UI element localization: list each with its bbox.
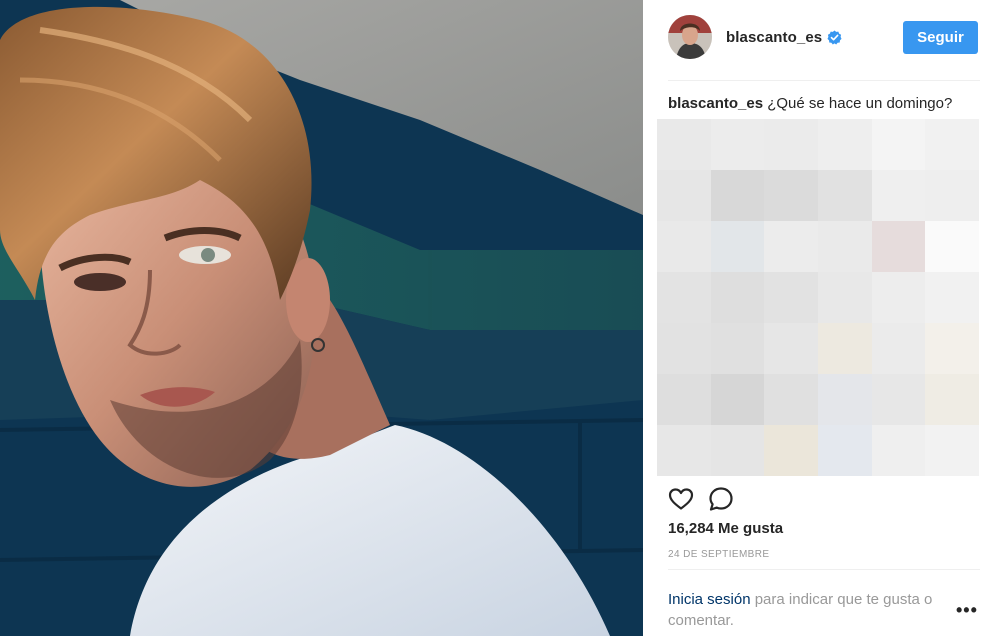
avatar-photo-icon (668, 15, 712, 59)
pixelated-cell (657, 425, 711, 476)
more-options-icon[interactable]: ••• (956, 600, 978, 621)
follow-button[interactable]: Seguir (903, 21, 978, 54)
pixelated-cell (871, 221, 926, 272)
pixelated-cell (871, 323, 926, 374)
author-avatar[interactable] (668, 15, 712, 59)
post-actions (668, 486, 734, 512)
pixelated-cell (925, 425, 979, 476)
pixelated-cell (818, 119, 872, 170)
post-photo[interactable] (0, 0, 643, 636)
pixelated-cell (764, 323, 818, 374)
pixelated-cell (657, 272, 711, 323)
pixelated-cell (710, 272, 765, 323)
pixelated-comments (657, 119, 979, 476)
pixelated-cell (657, 119, 711, 170)
pixelated-cell (657, 221, 711, 272)
likes-count[interactable]: 16,284 Me gusta (668, 520, 783, 537)
instagram-post: blascanto_es Seguir blascanto_es ¿Qué se… (0, 0, 1000, 636)
pixelated-cell (764, 221, 818, 272)
pixelated-cell (764, 425, 818, 476)
pixelated-cell (871, 374, 926, 425)
pixelated-cell (871, 425, 926, 476)
pixelated-cell (764, 119, 818, 170)
pixelated-cell (925, 272, 979, 323)
pixelated-cell (871, 170, 926, 221)
portrait-image (0, 0, 643, 636)
pixelated-cell (764, 374, 818, 425)
login-prompt: Inicia sesión para indicar que te gusta … (668, 589, 958, 631)
pixelated-cell (764, 170, 818, 221)
pixelated-cell (925, 374, 979, 425)
pixelated-cell (710, 170, 765, 221)
post-side-panel: blascanto_es Seguir blascanto_es ¿Qué se… (643, 0, 1000, 636)
heart-outline-icon[interactable] (668, 486, 694, 512)
pixelated-cell (925, 323, 979, 374)
pixelated-cell (710, 323, 765, 374)
author-username[interactable]: blascanto_es (726, 29, 822, 46)
pixelated-cell (925, 170, 979, 221)
pixelated-cell (710, 119, 765, 170)
pixelated-cell (818, 425, 872, 476)
pixelated-cell (871, 119, 926, 170)
pixelated-cell (657, 323, 711, 374)
footer-divider (668, 569, 980, 570)
post-date: 24 DE SEPTIEMBRE (668, 549, 770, 560)
pixelated-cell (818, 323, 872, 374)
login-link[interactable]: Inicia sesión (668, 591, 751, 608)
comment-bubble-icon[interactable] (708, 486, 734, 512)
pixelated-cell (710, 374, 765, 425)
pixelated-cell (818, 374, 872, 425)
pixelated-cell (818, 221, 872, 272)
pixelated-cell (657, 170, 711, 221)
pixelated-cell (925, 221, 979, 272)
caption-username[interactable]: blascanto_es (668, 95, 763, 112)
pixelated-cell (710, 221, 765, 272)
pixelated-cell (818, 170, 872, 221)
pixelated-cell (871, 272, 926, 323)
pixelated-cell (657, 374, 711, 425)
pixelated-cell (925, 119, 979, 170)
pixelated-cell (710, 425, 765, 476)
header-divider (668, 80, 980, 81)
pixelated-cell (764, 272, 818, 323)
caption-text: ¿Qué se hace un domingo? (767, 95, 953, 112)
post-caption: blascanto_es ¿Qué se hace un domingo? (668, 95, 988, 112)
verified-badge-icon (827, 30, 842, 45)
post-header: blascanto_es Seguir (643, 0, 1000, 80)
pixelated-cell (818, 272, 872, 323)
